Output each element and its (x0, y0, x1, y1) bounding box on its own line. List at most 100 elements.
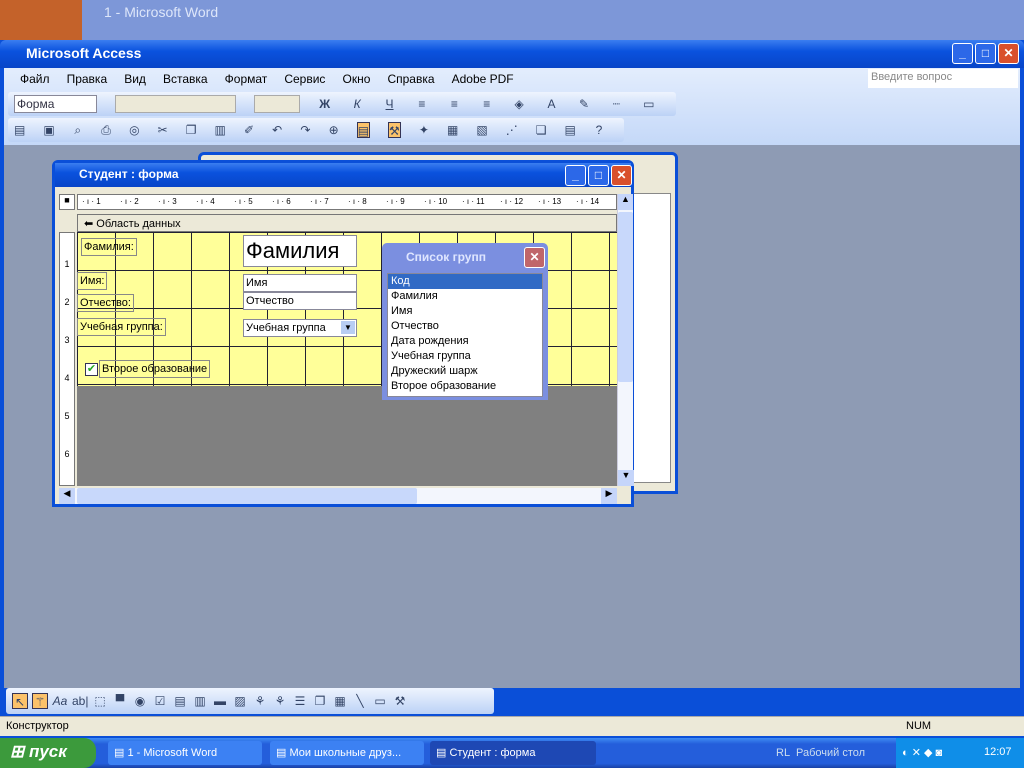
format-painter-icon[interactable]: ✐ (244, 122, 254, 138)
label-name[interactable]: Имя: (77, 272, 108, 290)
chevron-down-icon[interactable]: ▼ (341, 321, 355, 334)
autoformat-icon[interactable]: ✦ (419, 122, 429, 138)
page-break-icon[interactable]: ☰ (292, 693, 308, 709)
hscroll-thumb[interactable] (77, 488, 417, 504)
image-tool-icon[interactable]: ▨ (232, 693, 248, 709)
size-combo[interactable] (254, 95, 300, 113)
menu-edit[interactable]: Правка (67, 72, 108, 86)
scroll-down-icon[interactable]: ▼ (618, 470, 634, 486)
fill-color-icon[interactable]: ◈ (512, 96, 526, 112)
field-name[interactable]: Имя (243, 274, 357, 292)
select-pointer-icon[interactable]: ↖ (12, 693, 28, 709)
border-icon[interactable]: ┈ (609, 96, 623, 112)
cut-icon[interactable]: ✂ (158, 122, 168, 138)
database-window-icon[interactable]: ❏ (536, 122, 547, 138)
unbound-frame-icon[interactable]: ⚘ (252, 693, 268, 709)
label-tool-icon[interactable]: Aa (52, 693, 68, 709)
field-list-item[interactable]: Дата рождения (388, 334, 542, 349)
align-center-icon[interactable]: ≡ (447, 96, 461, 112)
language-indicator[interactable]: RL (776, 747, 790, 759)
vertical-scrollbar[interactable]: ▲ ▼ (617, 194, 634, 486)
toggle-button-icon[interactable]: ▀ (112, 693, 128, 709)
field-list-item[interactable]: Код (388, 274, 542, 289)
form-maximize-button[interactable]: □ (588, 165, 609, 186)
checkbox-second[interactable]: ✔ (85, 363, 98, 376)
tray-icons[interactable]: ◐ ✕ ◆ ◙ (902, 747, 942, 759)
combobox-tool-icon[interactable]: ▤ (172, 693, 188, 709)
toolbox-icon[interactable]: ⚒ (388, 122, 401, 138)
scroll-right-icon[interactable]: ▶ (601, 488, 617, 504)
view-icon[interactable]: ▤ (14, 122, 25, 138)
more-controls-icon[interactable]: ⚒ (392, 693, 408, 709)
paste-icon[interactable]: ▥ (215, 122, 226, 138)
align-right-icon[interactable]: ≡ (480, 96, 494, 112)
field-list-item[interactable]: Фамилия (388, 289, 542, 304)
horizontal-scrollbar[interactable]: ◀ ▶ (59, 488, 617, 504)
rectangle-tool-icon[interactable]: ▭ (372, 693, 388, 709)
task-word[interactable]: ▤ 1 - Microsoft Word (108, 741, 262, 765)
hyperlink-icon[interactable]: ⊕ (329, 122, 339, 138)
label-second[interactable]: Второе образование (99, 360, 211, 378)
search-icon[interactable]: ⌕ (73, 122, 83, 138)
save-icon[interactable]: ▣ (43, 122, 54, 138)
form-selector[interactable]: ■ (59, 194, 75, 210)
field-list-item[interactable]: Отчество (388, 319, 542, 334)
bound-frame-icon[interactable]: ⚘ (272, 693, 288, 709)
option-button-icon[interactable]: ◉ (132, 693, 148, 709)
bold-icon[interactable]: Ж (318, 96, 332, 112)
scroll-left-icon[interactable]: ◀ (59, 488, 75, 504)
command-button-icon[interactable]: ▬ (212, 693, 228, 709)
label-surname[interactable]: Фамилия: (81, 238, 137, 256)
line-color-icon[interactable]: ✎ (577, 96, 591, 112)
scroll-thumb[interactable] (618, 212, 633, 382)
undo-icon[interactable]: ↶ (272, 122, 282, 138)
code-icon[interactable]: ▦ (447, 122, 458, 138)
field-list-item[interactable]: Второе образование (388, 379, 542, 394)
task-form[interactable]: ▤ Студент : форма (430, 741, 596, 765)
label-group[interactable]: Учебная группа: (77, 318, 166, 336)
form-close-button[interactable]: ✕ (611, 165, 632, 186)
redo-icon[interactable]: ↷ (300, 122, 310, 138)
task-database[interactable]: ▤ Мои школьные друз... (270, 741, 424, 765)
line-tool-icon[interactable]: ╲ (352, 693, 368, 709)
object-combo[interactable]: Форма (14, 95, 98, 113)
font-combo[interactable] (115, 95, 237, 113)
align-left-icon[interactable]: ≡ (415, 96, 429, 112)
checkbox-tool-icon[interactable]: ☑ (152, 693, 168, 709)
print-icon[interactable]: ⎙ (101, 122, 111, 138)
listbox-tool-icon[interactable]: ▥ (192, 693, 208, 709)
control-wizards-icon[interactable]: ⚚ (32, 693, 48, 709)
ask-question-input[interactable]: Введите вопрос (868, 69, 1018, 88)
italic-icon[interactable]: К (350, 96, 364, 112)
menu-view[interactable]: Вид (124, 72, 146, 86)
textbox-tool-icon[interactable]: ab| (72, 693, 88, 709)
menu-format[interactable]: Формат (225, 72, 268, 86)
line-width-icon[interactable]: ▭ (642, 96, 656, 112)
field-list-close-button[interactable]: ✕ (524, 247, 545, 268)
field-patronymic[interactable]: Отчество (243, 292, 357, 310)
menu-adobe-pdf[interactable]: Adobe PDF (452, 72, 514, 86)
minimize-button[interactable]: _ (952, 43, 973, 64)
menu-window[interactable]: Окно (343, 72, 371, 86)
section-header[interactable]: ⬅ Область данных (77, 214, 617, 232)
close-button[interactable]: ✕ (998, 43, 1019, 64)
field-list-icon[interactable]: ▤ (356, 122, 371, 138)
print-preview-icon[interactable]: ◎ (129, 122, 139, 138)
field-list-item[interactable]: Дружеский шарж (388, 364, 542, 379)
word-window-behind[interactable]: 1 - Microsoft Word (82, 0, 1024, 40)
start-button[interactable]: ⊞ пуск (0, 738, 96, 768)
scroll-up-icon[interactable]: ▲ (618, 194, 633, 210)
font-color-icon[interactable]: A (544, 96, 558, 112)
desktop-toolbar[interactable]: Рабочий стол (796, 747, 865, 759)
builder-icon[interactable]: ⋰ (506, 122, 518, 138)
new-object-icon[interactable]: ▤ (564, 122, 575, 138)
copy-icon[interactable]: ❐ (186, 122, 197, 138)
field-list-item[interactable]: Имя (388, 304, 542, 319)
label-patronymic[interactable]: Отчество: (77, 294, 134, 312)
field-list-item[interactable]: Учебная группа (388, 349, 542, 364)
tab-control-icon[interactable]: ❐ (312, 693, 328, 709)
menu-tools[interactable]: Сервис (284, 72, 325, 86)
menu-file[interactable]: Файл (20, 72, 50, 86)
menu-insert[interactable]: Вставка (163, 72, 208, 86)
form-minimize-button[interactable]: _ (565, 165, 586, 186)
